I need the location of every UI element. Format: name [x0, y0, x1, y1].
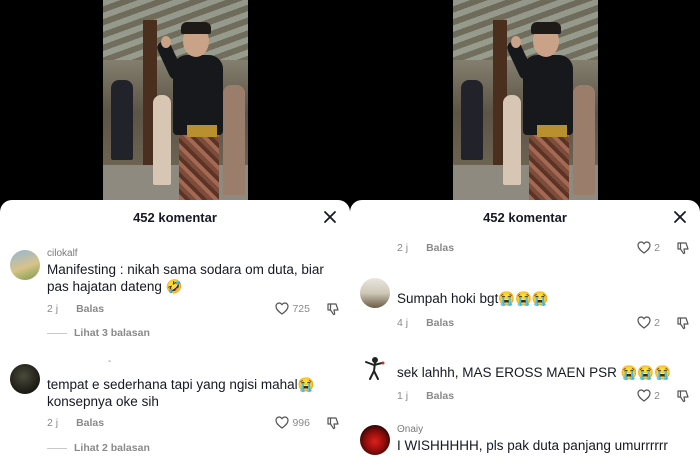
- comment-item: cilokalf Manifesting : nikah sama sodara…: [0, 244, 350, 354]
- heart-icon: [637, 316, 651, 329]
- reply-button[interactable]: Balas: [76, 417, 104, 429]
- comment-item: sek lahhh, MAS EROSS MAEN PSR 😭😭😭 1 j Bal…: [350, 350, 700, 408]
- reply-button[interactable]: Balas: [426, 390, 454, 402]
- dislike-icon: [327, 303, 339, 316]
- view-replies-link[interactable]: Lihat 2 balasan: [47, 442, 150, 454]
- view-replies-link[interactable]: Lihat 3 balasan: [47, 327, 150, 339]
- dislike-button[interactable]: [676, 241, 690, 255]
- comment-text: Manifesting : nikah sama sodara om duta,…: [47, 262, 324, 294]
- like-count: 996: [292, 416, 310, 429]
- video-man-hat: [531, 22, 561, 34]
- right-screenshot: 452 komentar 2 j Balas 2 Sumpah hoki bgt😭…: [350, 0, 700, 465]
- reply-button[interactable]: Balas: [76, 303, 104, 315]
- comment-time: 4 j: [397, 317, 409, 329]
- like-count: 2: [654, 241, 660, 254]
- comment-username[interactable]: ʘnaiy: [397, 424, 423, 435]
- avatar[interactable]: [360, 425, 390, 455]
- comment-meta: 2 j Balas: [47, 303, 104, 315]
- like-button[interactable]: 2: [637, 316, 660, 329]
- reply-button[interactable]: Balas: [426, 317, 454, 329]
- comment-meta: 2 j Balas: [397, 242, 454, 254]
- like-button[interactable]: 996: [275, 416, 310, 429]
- video-frame[interactable]: [453, 0, 598, 205]
- heart-icon: [275, 302, 290, 315]
- comment-meta: 4 j Balas: [397, 317, 454, 329]
- video-roof: [453, 0, 598, 60]
- close-icon: [324, 211, 336, 223]
- like-button[interactable]: 725: [275, 302, 310, 315]
- video-roof: [103, 0, 248, 60]
- comment-item: Sumpah hoki bgt😭😭😭 4 j Balas 2: [350, 276, 700, 336]
- dislike-button[interactable]: [676, 316, 690, 330]
- comment-time: 2 j: [47, 417, 59, 429]
- sheet-header: 452 komentar: [350, 200, 700, 234]
- comments-sheet: 452 komentar 2 j Balas 2 Sumpah hoki bgt😭…: [350, 200, 700, 465]
- dislike-button[interactable]: [326, 416, 340, 430]
- comment-time: 1 j: [397, 390, 409, 402]
- comment-meta: 1 j Balas: [397, 390, 454, 402]
- like-count: 725: [292, 302, 310, 315]
- left-screenshot: 452 komentar cilokalf Manifesting : nika…: [0, 0, 350, 465]
- like-button[interactable]: 2: [637, 241, 660, 254]
- video-bystander: [153, 95, 171, 185]
- comment-text: sek lahhh, MAS EROSS MAEN PSR 😭😭😭: [397, 365, 672, 380]
- close-button[interactable]: [670, 207, 690, 227]
- comment-item: 2 j Balas 2: [350, 238, 700, 258]
- video-bystander: [503, 95, 521, 185]
- comment-count-title: 452 komentar: [483, 210, 567, 225]
- dislike-button[interactable]: [326, 302, 340, 316]
- heart-icon: [637, 241, 651, 254]
- heart-icon: [275, 416, 290, 429]
- comment-username[interactable]: -: [108, 356, 111, 367]
- comment-time: 2 j: [397, 242, 409, 254]
- dislike-icon: [677, 317, 689, 330]
- reply-button[interactable]: Balas: [426, 242, 454, 254]
- comment-count-title: 452 komentar: [133, 210, 217, 225]
- dislike-icon: [677, 242, 689, 255]
- heart-icon: [637, 389, 651, 402]
- comment-text: I WISHHHHH, pls pak duta panjang umurrrr…: [397, 438, 668, 453]
- avatar[interactable]: [360, 278, 390, 308]
- comment-item: ʘnaiy I WISHHHHH, pls pak duta panjang u…: [350, 422, 700, 465]
- dislike-button[interactable]: [676, 389, 690, 403]
- avatar-figure-icon: [365, 357, 385, 380]
- video-man-belt: [537, 125, 567, 137]
- video-man-hat: [181, 22, 211, 34]
- comments-sheet: 452 komentar cilokalf Manifesting : nika…: [0, 200, 350, 465]
- avatar[interactable]: [10, 364, 40, 394]
- like-count: 2: [654, 389, 660, 402]
- close-icon: [674, 211, 686, 223]
- comment-time: 2 j: [47, 303, 59, 315]
- like-button[interactable]: 2: [637, 389, 660, 402]
- video-bystander: [223, 85, 245, 195]
- video-man-hand: [161, 36, 171, 48]
- video-man-sarong: [179, 130, 219, 205]
- dislike-icon: [327, 417, 339, 430]
- video-bystander: [573, 85, 595, 195]
- sheet-header: 452 komentar: [0, 200, 350, 234]
- comment-item: - tempat e sederhana tapi yang ngisi mah…: [0, 356, 350, 465]
- video-man-belt: [187, 125, 217, 137]
- comment-text: Sumpah hoki bgt😭😭😭: [397, 291, 549, 306]
- video-bystander: [461, 80, 483, 160]
- avatar[interactable]: [10, 250, 40, 280]
- dislike-icon: [677, 390, 689, 403]
- comment-username[interactable]: cilokalf: [47, 248, 78, 259]
- video-frame[interactable]: [103, 0, 248, 205]
- avatar[interactable]: [360, 352, 390, 382]
- close-button[interactable]: [320, 207, 340, 227]
- video-bystander: [111, 80, 133, 160]
- video-man-sarong: [529, 130, 569, 205]
- video-man-hand: [511, 36, 521, 48]
- comment-text: tempat e sederhana tapi yang ngisi mahal…: [47, 377, 315, 409]
- like-count: 2: [654, 316, 660, 329]
- comment-meta: 2 j Balas: [47, 417, 104, 429]
